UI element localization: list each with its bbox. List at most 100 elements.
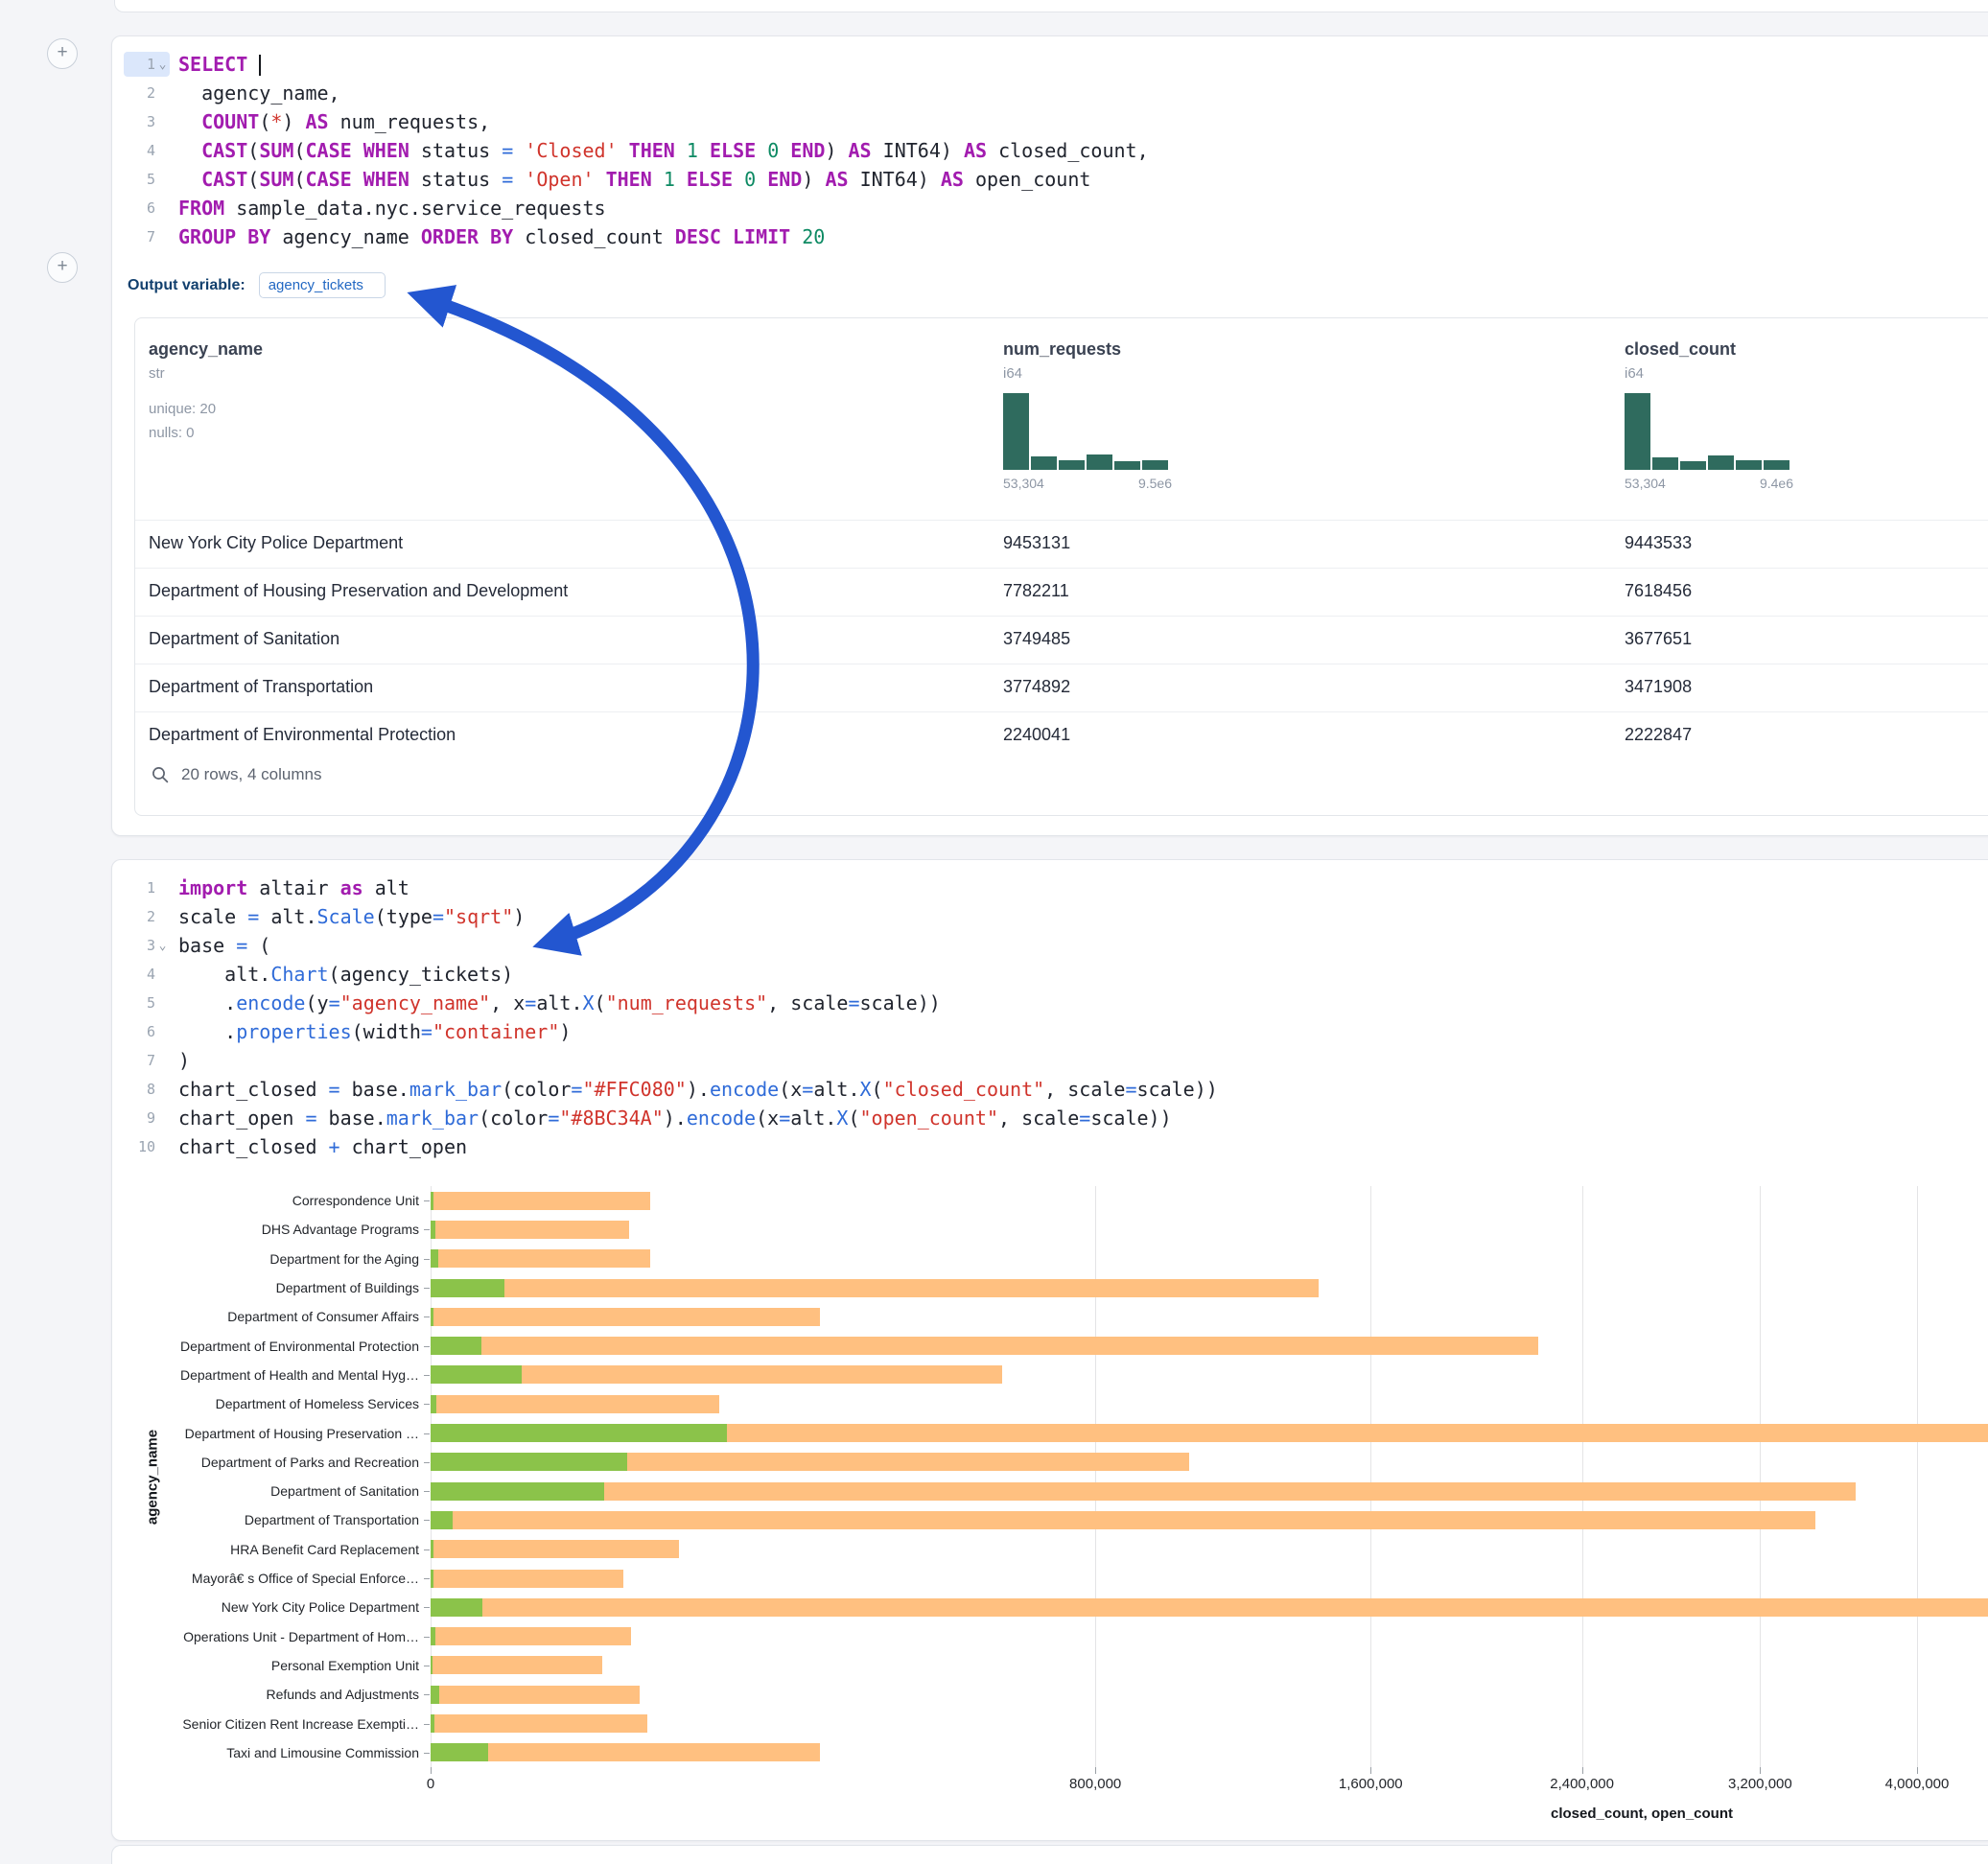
code-line[interactable]: 10chart_closed + chart_open bbox=[124, 1132, 1988, 1161]
code-token: , scale bbox=[998, 1107, 1079, 1130]
code-line[interactable]: 4 alt.Chart(agency_tickets) bbox=[124, 960, 1988, 989]
code-token: + bbox=[329, 1135, 340, 1158]
python-code-editor[interactable]: 1import altair as alt2scale = alt.Scale(… bbox=[124, 874, 1988, 1161]
table-row[interactable]: Department of Transportation377489234719… bbox=[135, 664, 1988, 711]
histogram-bar bbox=[1087, 454, 1112, 470]
notebook-page: + + 1⌄SELECT 2 agency_name,3 COUNT(*) AS… bbox=[0, 0, 1988, 1864]
output-variable-chip[interactable]: agency_tickets bbox=[259, 272, 386, 298]
code-token bbox=[698, 139, 710, 162]
table-row[interactable]: Department of Sanitation37494853677651 bbox=[135, 616, 1988, 664]
y-axis-tick bbox=[424, 1491, 430, 1492]
line-number: 2 bbox=[147, 84, 155, 102]
table-cell: 3749485 bbox=[1003, 629, 1070, 649]
code-token: , scale bbox=[1044, 1078, 1125, 1101]
x-axis-label: 800,000 bbox=[1028, 1776, 1162, 1792]
table-row[interactable]: Department of Housing Preservation and D… bbox=[135, 568, 1988, 616]
bar-open_count bbox=[431, 1743, 488, 1761]
table-cell: Department of Housing Preservation and D… bbox=[149, 581, 568, 601]
y-axis-label: Department of Homeless Services bbox=[133, 1396, 419, 1411]
line-gutter: 2 bbox=[124, 904, 170, 929]
y-axis-tick bbox=[424, 1433, 430, 1434]
code-token: ( bbox=[872, 1078, 883, 1101]
code-token: chart_open bbox=[340, 1135, 467, 1158]
y-axis-label: Department of Environmental Protection bbox=[133, 1339, 419, 1354]
code-line[interactable]: 1⌄SELECT bbox=[124, 50, 1988, 79]
code-token: "open_count" bbox=[860, 1107, 999, 1130]
bar-open_count bbox=[431, 1308, 433, 1326]
code-line[interactable]: 7) bbox=[124, 1046, 1988, 1075]
code-token: ( bbox=[293, 168, 305, 191]
fold-chevron-icon[interactable]: ⌄ bbox=[155, 58, 170, 72]
code-line[interactable]: 2scale = alt.Scale(type="sqrt") bbox=[124, 902, 1988, 931]
line-gutter: 3⌄ bbox=[124, 933, 170, 958]
x-axis-tick bbox=[431, 1767, 432, 1774]
code-token: = bbox=[502, 139, 513, 162]
column-header-agency_name[interactable]: agency_namestrunique: 20nulls: 0 bbox=[149, 339, 263, 445]
code-line[interactable]: 9chart_open = base.mark_bar(color="#8BC3… bbox=[124, 1104, 1988, 1132]
x-axis-title: closed_count, open_count bbox=[1455, 1806, 1829, 1822]
column-name: num_requests bbox=[1003, 339, 1172, 360]
code-text: CAST(SUM(CASE WHEN status = 'Open' THEN … bbox=[170, 168, 1090, 191]
code-token: = bbox=[421, 1020, 433, 1043]
code-line[interactable]: 1import altair as alt bbox=[124, 874, 1988, 902]
code-line[interactable]: 6FROM sample_data.nyc.service_requests bbox=[124, 194, 1988, 222]
code-line[interactable]: 4 CAST(SUM(CASE WHEN status = 'Closed' T… bbox=[124, 136, 1988, 165]
line-number: 4 bbox=[147, 966, 155, 983]
code-line[interactable]: 8chart_closed = base.mark_bar(color="#FF… bbox=[124, 1075, 1988, 1104]
code-token: SUM bbox=[259, 139, 293, 162]
x-axis-label: 1,600,000 bbox=[1303, 1776, 1438, 1792]
code-text: .encode(y="agency_name", x=alt.X("num_re… bbox=[170, 991, 941, 1014]
column-header-closed_count[interactable]: closed_counti6453,3049.4e6 bbox=[1625, 339, 1793, 491]
table-row[interactable]: New York City Police Department945313194… bbox=[135, 520, 1988, 568]
code-token: = bbox=[433, 905, 444, 928]
search-icon[interactable] bbox=[151, 765, 170, 784]
bar-open_count bbox=[431, 1424, 727, 1442]
code-token: * bbox=[270, 110, 282, 133]
bar-open_count bbox=[431, 1337, 481, 1355]
line-number: 7 bbox=[147, 228, 155, 245]
code-line[interactable]: 5 .encode(y="agency_name", x=alt.X("num_… bbox=[124, 989, 1988, 1017]
table-cell: 3471908 bbox=[1625, 677, 1692, 697]
line-number: 1 bbox=[147, 879, 155, 897]
code-token: (color bbox=[479, 1107, 548, 1130]
code-line[interactable]: 6 .properties(width="container") bbox=[124, 1017, 1988, 1046]
code-token: ) bbox=[178, 1049, 190, 1072]
grid-line bbox=[1370, 1186, 1371, 1767]
column-header-num_requests[interactable]: num_requestsi6453,3049.5e6 bbox=[1003, 339, 1172, 491]
fold-chevron-icon[interactable]: ⌄ bbox=[155, 939, 170, 953]
code-token: status bbox=[409, 139, 502, 162]
add-cell-button[interactable]: + bbox=[47, 252, 78, 283]
add-cell-button[interactable]: + bbox=[47, 38, 78, 69]
sql-code-editor[interactable]: 1⌄SELECT 2 agency_name,3 COUNT(*) AS num… bbox=[124, 50, 1988, 251]
y-axis-label: Taxi and Limousine Commission bbox=[133, 1745, 419, 1760]
bar-closed_count bbox=[431, 1192, 650, 1210]
code-token: THEN bbox=[629, 139, 675, 162]
line-number: 10 bbox=[138, 1138, 155, 1155]
code-token: INT64) bbox=[872, 139, 964, 162]
code-token: (agency_tickets) bbox=[329, 963, 514, 986]
code-token bbox=[733, 168, 744, 191]
code-token: ) bbox=[825, 139, 848, 162]
y-axis-label: DHS Advantage Programs bbox=[133, 1222, 419, 1237]
code-line[interactable]: 5 CAST(SUM(CASE WHEN status = 'Open' THE… bbox=[124, 165, 1988, 194]
code-token: ). bbox=[664, 1107, 687, 1130]
histogram-bar bbox=[1142, 460, 1168, 470]
line-number: 9 bbox=[147, 1109, 155, 1127]
bar-open_count bbox=[431, 1627, 435, 1645]
code-token: num_requests, bbox=[329, 110, 491, 133]
code-token: = bbox=[571, 1078, 582, 1101]
bar-open_count bbox=[431, 1453, 627, 1471]
code-line[interactable]: 2 agency_name, bbox=[124, 79, 1988, 107]
column-name: agency_name bbox=[149, 339, 263, 360]
line-number: 1 bbox=[147, 56, 155, 73]
code-line[interactable]: 7GROUP BY agency_name ORDER BY closed_co… bbox=[124, 222, 1988, 251]
code-token: COUNT bbox=[201, 110, 259, 133]
code-token: "closed_count" bbox=[883, 1078, 1045, 1101]
table-row[interactable]: Department of Environmental Protection22… bbox=[135, 711, 1988, 759]
grid-line bbox=[431, 1186, 432, 1767]
histogram-bar bbox=[1652, 457, 1678, 470]
line-number: 8 bbox=[147, 1081, 155, 1098]
code-line[interactable]: 3 COUNT(*) AS num_requests, bbox=[124, 107, 1988, 136]
code-line[interactable]: 3⌄base = ( bbox=[124, 931, 1988, 960]
y-axis-tick bbox=[424, 1346, 430, 1347]
